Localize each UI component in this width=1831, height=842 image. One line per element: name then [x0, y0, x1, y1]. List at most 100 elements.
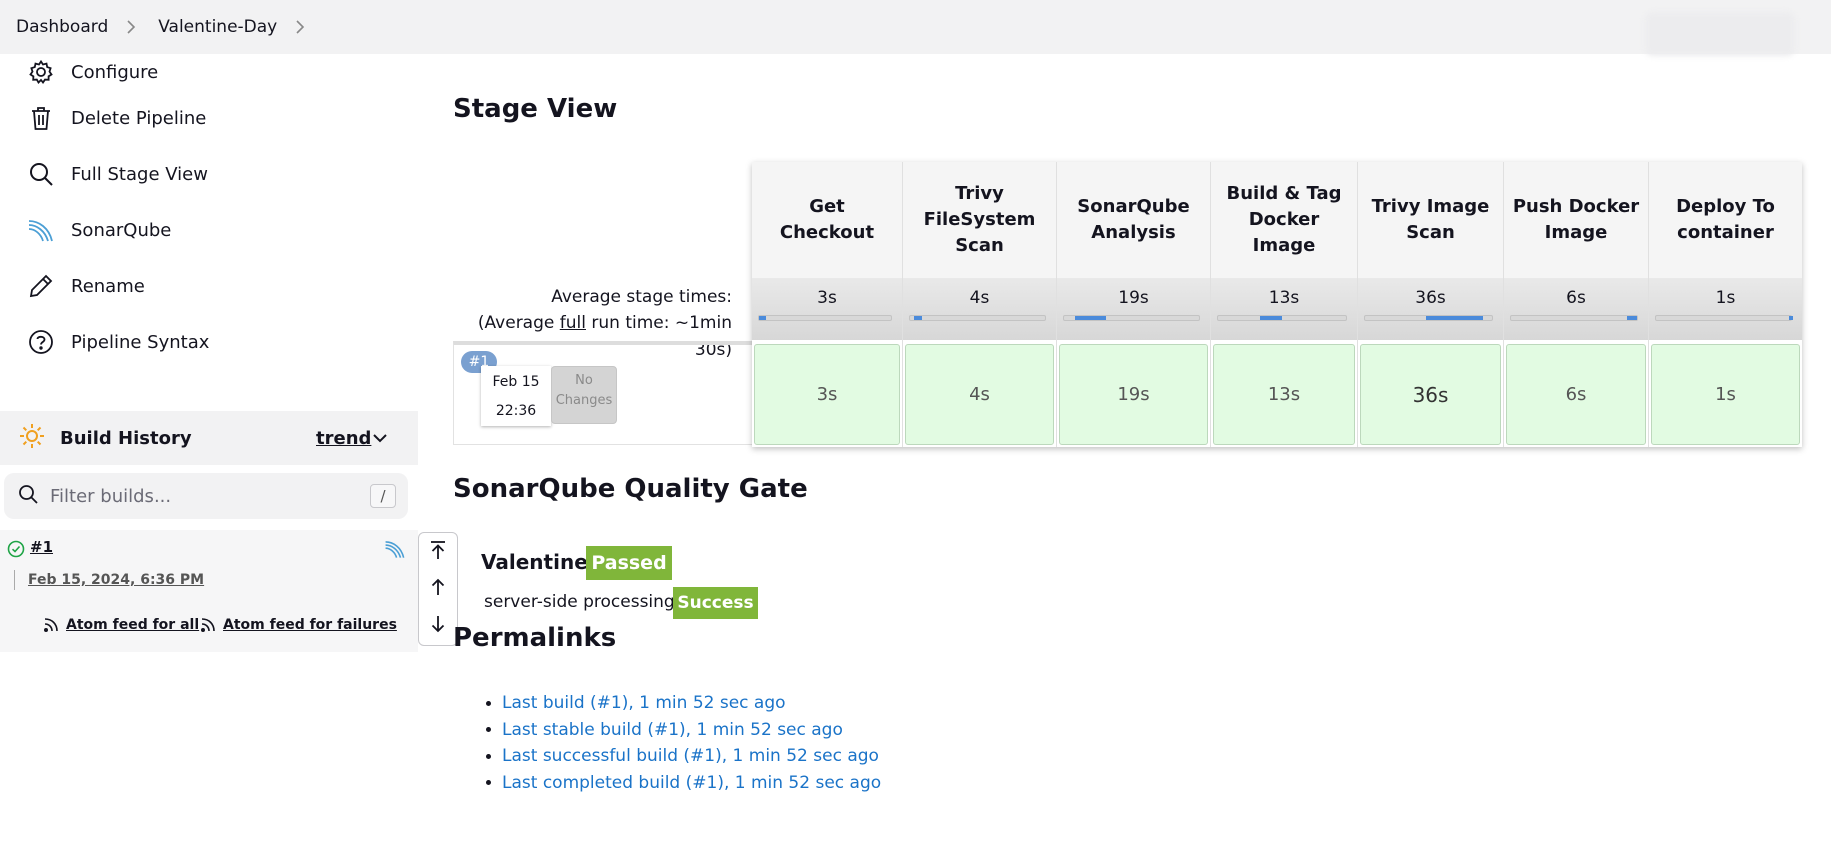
- list-item: Last build (#1), 1 min 52 sec ago: [486, 690, 881, 717]
- rss-icon: [200, 618, 215, 633]
- sidebar-item-delete-pipeline[interactable]: Delete Pipeline: [0, 90, 418, 146]
- stage-average-fill: [914, 316, 923, 320]
- run-date-time: 22:36: [495, 403, 537, 419]
- stage-average-fill: [759, 316, 766, 320]
- run-date[interactable]: Feb 15 22:36: [481, 366, 551, 426]
- stage-cell-success[interactable]: 6s: [1506, 344, 1646, 445]
- average-stage-times-label: Average stage times:: [551, 287, 732, 307]
- scroll-up-icon[interactable]: [429, 577, 447, 601]
- stage-cell-success[interactable]: 1s: [1651, 344, 1800, 445]
- sonarqube-icon[interactable]: [384, 538, 406, 564]
- run-changes[interactable]: No Changes: [551, 366, 617, 424]
- permalinks-title: Permalinks: [453, 623, 617, 653]
- atom-feed-failures-link[interactable]: Atom feed for failures: [200, 616, 397, 633]
- stage-header: Deploy To container: [1649, 162, 1802, 278]
- trend-link[interactable]: trend: [316, 428, 371, 449]
- sidebar-item-label: Configure: [71, 61, 159, 83]
- filter-builds-field: /: [4, 473, 408, 519]
- chevron-right-icon[interactable]: [295, 20, 309, 34]
- quality-gate-status-badge: Passed: [586, 546, 672, 580]
- sun-icon: [18, 422, 46, 454]
- list-item: Last stable build (#1), 1 min 52 sec ago: [486, 717, 881, 744]
- stage-average: 36s: [1358, 278, 1503, 340]
- stage-average-bar: [1510, 315, 1638, 321]
- breadcrumb-dashboard[interactable]: Dashboard: [16, 17, 108, 37]
- stage-average: 19s: [1057, 278, 1210, 340]
- stage-cell-success[interactable]: 13s: [1213, 344, 1355, 445]
- stage-header: Trivy Image Scan: [1358, 162, 1503, 278]
- scroll-down-icon[interactable]: [429, 614, 447, 638]
- sidebar-item-configure[interactable]: Configure: [0, 54, 418, 90]
- stage-average-time: 13s: [1268, 288, 1300, 308]
- processing-status-badge: Success: [673, 587, 758, 619]
- stage-cell-success[interactable]: 3s: [754, 344, 900, 445]
- stage-average-time: 36s: [1415, 288, 1446, 308]
- build-date-link[interactable]: Feb 15, 2024, 6:36 PM: [28, 572, 204, 588]
- help-icon: [26, 327, 56, 357]
- stage-average-time: 3s: [817, 288, 837, 308]
- scroll-controls: [418, 532, 458, 646]
- sidebar: Configure Delete Pipeline Full Stage Vie…: [0, 54, 418, 370]
- filter-builds-input[interactable]: [50, 485, 350, 507]
- permalinks-list: Last build (#1), 1 min 52 sec ago Last s…: [486, 690, 881, 796]
- stage-average-time: 4s: [969, 288, 990, 308]
- stage-cell-success[interactable]: 4s: [905, 344, 1054, 445]
- stage-average-fill: [1260, 316, 1282, 320]
- stage-column: Deploy To container 1s 1s: [1649, 162, 1802, 447]
- breadcrumb-valentine-day[interactable]: Valentine-Day: [158, 17, 277, 37]
- sidebar-item-label: Delete Pipeline: [71, 107, 207, 129]
- atom-feed-all-label: Atom feed for all: [66, 616, 200, 633]
- stage-average-bar: [758, 315, 892, 321]
- build-number-link[interactable]: #1: [30, 538, 53, 556]
- processing-label: server-side processing:: [484, 592, 681, 612]
- sidebar-item-label: Full Stage View: [71, 163, 208, 185]
- success-check-icon: [7, 540, 25, 562]
- search-icon: [26, 159, 56, 189]
- stage-average-bar: [909, 315, 1046, 321]
- permalink-last-stable-build[interactable]: Last stable build (#1), 1 min 52 sec ago: [502, 720, 843, 740]
- sidebar-item-label: Pipeline Syntax: [71, 331, 210, 353]
- chevron-right-icon: [126, 20, 140, 34]
- breadcrumb: Dashboard Valentine-Day: [0, 0, 1831, 56]
- build-history-title: Build History: [60, 427, 192, 449]
- stage-average: 4s: [903, 278, 1056, 340]
- search-icon: [18, 484, 38, 508]
- stage-column: Trivy FileSystem Scan 4s 4s: [903, 162, 1057, 447]
- keyboard-shortcut-hint: /: [370, 484, 396, 508]
- sidebar-item-sonarqube[interactable]: SonarQube: [0, 202, 418, 258]
- stage-column: Trivy Image Scan 36s 36s: [1358, 162, 1504, 447]
- sidebar-item-full-stage-view[interactable]: Full Stage View: [0, 146, 418, 202]
- sidebar-item-rename[interactable]: Rename: [0, 258, 418, 314]
- stage-header: SonarQube Analysis: [1057, 162, 1210, 278]
- permalink-last-build[interactable]: Last build (#1), 1 min 52 sec ago: [502, 693, 786, 713]
- atom-feed-all-link[interactable]: Atom feed for all: [43, 616, 199, 633]
- permalink-last-successful-build[interactable]: Last successful build (#1), 1 min 52 sec…: [502, 746, 879, 766]
- stage-average: 1s: [1649, 278, 1802, 340]
- sidebar-item-pipeline-syntax[interactable]: Pipeline Syntax: [0, 314, 418, 370]
- stage-average-time: 1s: [1715, 288, 1736, 308]
- changes-line: No: [575, 373, 593, 388]
- stage-average-bar: [1217, 315, 1347, 321]
- stage-column: Get Checkout 3s 3s: [752, 162, 903, 447]
- scroll-to-top-icon[interactable]: [429, 540, 447, 564]
- sonarqube-icon: [26, 215, 56, 245]
- stage-cell-success[interactable]: 19s: [1059, 344, 1208, 445]
- stage-average-bar: [1364, 315, 1493, 321]
- run-date-day: Feb 15: [492, 374, 540, 390]
- stage-header: Build & Tag Docker Image: [1211, 162, 1357, 278]
- pencil-icon: [26, 271, 56, 301]
- build-history-entry: #1 Feb 15, 2024, 6:36 PM Atom feed for a…: [0, 530, 418, 652]
- stage-column: SonarQube Analysis 19s 19s: [1057, 162, 1211, 447]
- stage-column: Push Docker Image 6s 6s: [1504, 162, 1649, 447]
- quality-gate-project[interactable]: Valentine: [481, 550, 588, 574]
- list-item: Last successful build (#1), 1 min 52 sec…: [486, 743, 881, 770]
- stage-average-time: 19s: [1118, 288, 1149, 308]
- stage-average: 3s: [752, 278, 902, 340]
- header-actions: [1645, 12, 1795, 56]
- chevron-down-icon[interactable]: [372, 429, 388, 448]
- timeline-line: [14, 570, 15, 590]
- stage-cell-success[interactable]: 36s: [1360, 344, 1501, 445]
- stage-average-fill: [1788, 316, 1794, 320]
- stage-view-title: Stage View: [453, 94, 618, 124]
- permalink-last-completed-build[interactable]: Last completed build (#1), 1 min 52 sec …: [502, 773, 881, 793]
